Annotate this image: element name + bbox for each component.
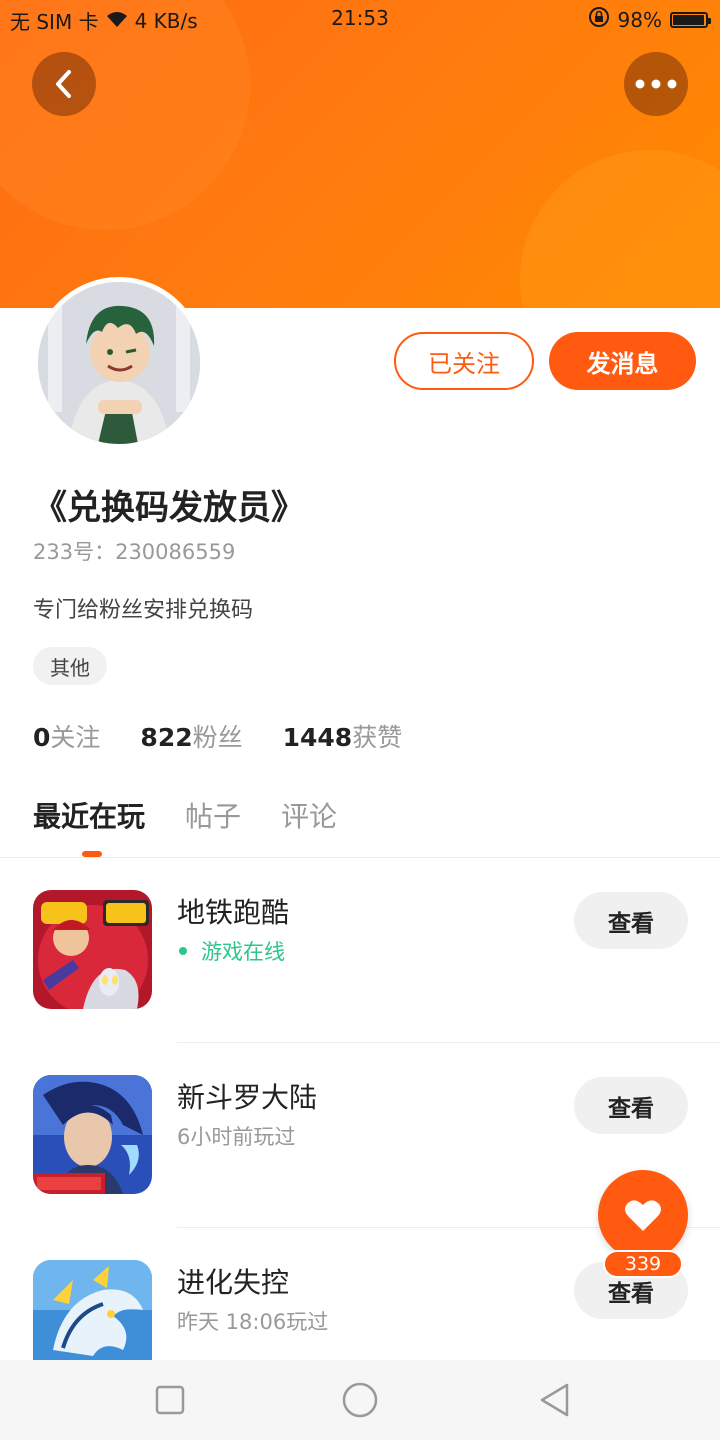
status-bar: 无 SIM 卡 4 KB/s 21:53 98% xyxy=(0,0,720,38)
followed-button[interactable]: 已关注 xyxy=(394,332,534,390)
game-icon-subway-surfers xyxy=(33,890,152,1009)
following-count: 0 xyxy=(33,723,51,752)
game-online-status: 游戏在线 xyxy=(177,936,285,966)
avatar[interactable] xyxy=(33,277,205,449)
likes-stat[interactable]: 1448获赞 xyxy=(283,718,403,754)
battery-icon xyxy=(670,11,711,28)
more-options-button[interactable] xyxy=(624,52,688,116)
game-item[interactable]: 地铁跑酷 游戏在线 查看 xyxy=(0,858,720,1043)
game-name: 进化失控 xyxy=(177,1266,290,1299)
profile-stats: 0关注 822粉丝 1448获赞 xyxy=(33,718,402,754)
rotation-lock-icon xyxy=(588,6,610,33)
tab-recently-played[interactable]: 最近在玩 xyxy=(33,795,145,835)
back-arrow-icon xyxy=(56,70,71,98)
game-last-played: 昨天 18:06玩过 xyxy=(177,1310,329,1334)
following-stat[interactable]: 0关注 xyxy=(33,718,100,754)
system-navigation-bar xyxy=(0,1360,720,1440)
likes-count: 1448 xyxy=(282,723,353,752)
like-button[interactable] xyxy=(598,1170,688,1260)
tab-comments[interactable]: 评论 xyxy=(281,795,337,835)
battery-percent: 98% xyxy=(617,7,662,32)
game-last-played: 6小时前玩过 xyxy=(177,1125,296,1149)
fans-stat[interactable]: 822粉丝 xyxy=(140,718,242,754)
profile-tag[interactable]: 其他 xyxy=(33,647,107,685)
like-count-badge: 339 xyxy=(603,1250,683,1278)
fans-count: 822 xyxy=(140,723,193,752)
circle-icon xyxy=(342,1382,378,1418)
game-name: 新斗罗大陆 xyxy=(177,1081,318,1114)
user-id: 233号：230086559 xyxy=(33,540,236,564)
triangle-back-icon xyxy=(540,1383,569,1417)
heart-icon xyxy=(625,1200,661,1231)
more-dots-icon xyxy=(635,79,677,89)
likes-label: 获赞 xyxy=(352,723,403,752)
back-nav-button[interactable] xyxy=(534,1380,574,1420)
send-message-button[interactable]: 发消息 xyxy=(549,332,696,390)
profile-tabs: 最近在玩 帖子 评论 xyxy=(33,795,337,835)
view-game-button[interactable]: 查看 xyxy=(574,892,688,949)
home-button[interactable] xyxy=(340,1380,380,1420)
following-label: 关注 xyxy=(50,723,101,752)
profile-bio: 专门给粉丝安排兑换码 xyxy=(33,598,254,623)
fans-label: 粉丝 xyxy=(192,723,243,752)
profile-header-background xyxy=(0,0,720,308)
back-button[interactable] xyxy=(32,52,96,116)
game-name: 地铁跑酷 xyxy=(177,896,290,929)
view-game-button[interactable]: 查看 xyxy=(574,1077,688,1134)
square-icon xyxy=(155,1385,185,1415)
profile-name: 《兑换码发放员》 xyxy=(33,488,305,528)
avatar-image xyxy=(38,282,200,444)
tab-posts[interactable]: 帖子 xyxy=(185,795,241,835)
game-icon-new-douluo xyxy=(33,1075,152,1194)
recent-apps-button[interactable] xyxy=(150,1380,190,1420)
